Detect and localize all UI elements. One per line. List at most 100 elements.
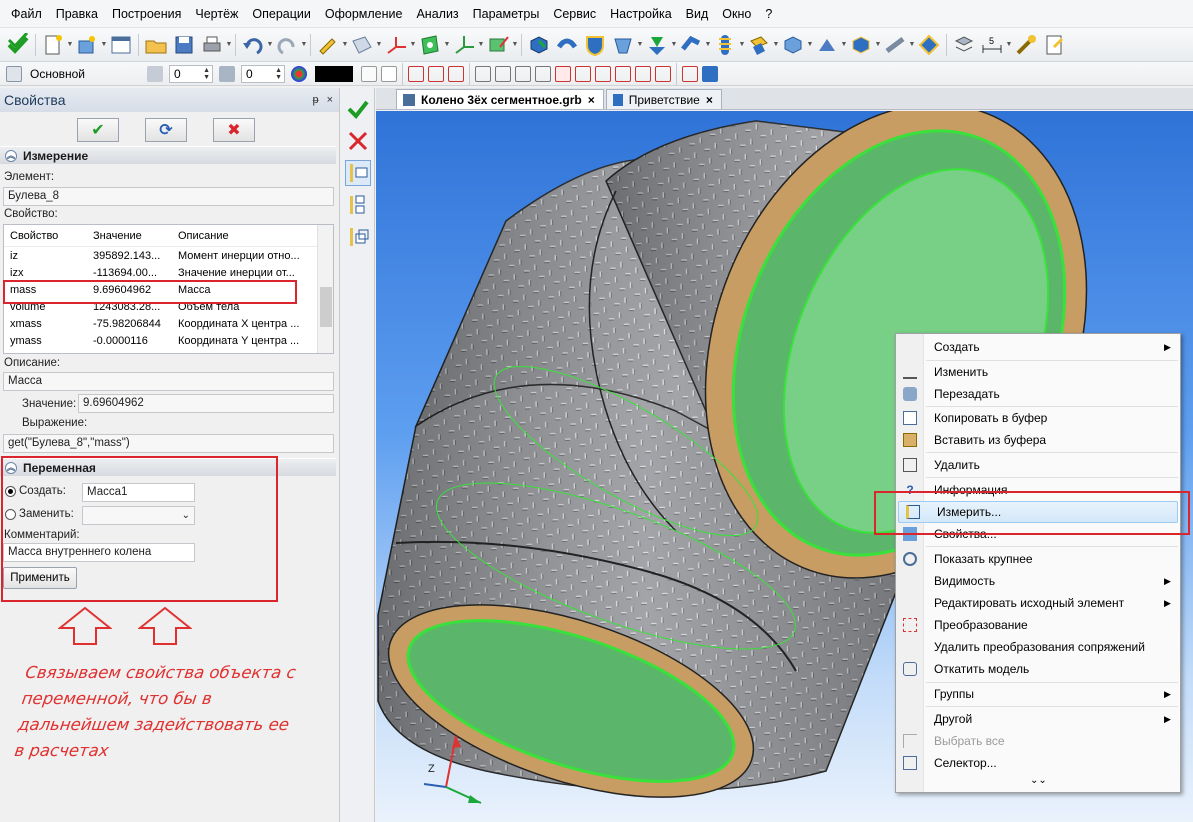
snap-center-icon[interactable] bbox=[495, 65, 512, 82]
menu-item-copy[interactable]: Копировать в буфер bbox=[896, 407, 1180, 429]
measure-two-icon[interactable] bbox=[345, 192, 371, 218]
save-icon[interactable] bbox=[172, 33, 196, 57]
menu-construct[interactable]: Построения bbox=[105, 0, 188, 28]
collapse-icon[interactable]: ︽ bbox=[5, 149, 17, 162]
menu-item-rollback[interactable]: Откатить модель bbox=[896, 658, 1180, 680]
new-sketch-icon[interactable] bbox=[75, 33, 99, 57]
table-row[interactable]: iz 395892.143... Момент инерции отно... bbox=[4, 247, 333, 264]
tab-document[interactable]: Колено 3ёх сегментное.grb × bbox=[396, 89, 604, 109]
pipe-icon[interactable] bbox=[679, 33, 703, 57]
snap-solid-icon[interactable] bbox=[635, 65, 652, 82]
close-icon[interactable]: × bbox=[588, 93, 595, 107]
pin-icon[interactable]: ᵽ bbox=[312, 94, 318, 106]
section-measure[interactable]: ︽ Измерение bbox=[0, 146, 336, 164]
check-icon[interactable] bbox=[345, 96, 371, 122]
menu-item-edit-source[interactable]: Редактировать исходный элемент ▶ bbox=[896, 592, 1180, 614]
menu-item-create[interactable]: Создать ▶ bbox=[896, 336, 1180, 358]
menu-item-selector[interactable]: Селектор... bbox=[896, 752, 1180, 774]
layer-name[interactable]: Основной bbox=[30, 67, 85, 81]
spring-icon[interactable] bbox=[713, 33, 737, 57]
color-swatch[interactable] bbox=[315, 65, 354, 82]
menu-item-groups[interactable]: Группы ▶ bbox=[896, 683, 1180, 705]
menu-edit[interactable]: Правка bbox=[49, 0, 105, 28]
open-folder-icon[interactable] bbox=[144, 33, 168, 57]
menu-analysis[interactable]: Анализ bbox=[409, 0, 465, 28]
window-icon[interactable] bbox=[109, 33, 133, 57]
menu-item-remove-transform[interactable]: Удалить преобразования сопряжений bbox=[896, 636, 1180, 658]
redo-icon[interactable] bbox=[275, 33, 299, 57]
boolean-icon[interactable] bbox=[747, 33, 771, 57]
lcs-icon[interactable] bbox=[384, 33, 408, 57]
tab-welcome[interactable]: Приветствие × bbox=[605, 89, 722, 109]
menu-settings[interactable]: Настройка bbox=[603, 0, 679, 28]
table-row[interactable]: xmass -75.98206844 Координата X центра ... bbox=[4, 315, 333, 332]
snap-perp-icon[interactable] bbox=[535, 65, 552, 82]
undo-icon[interactable] bbox=[241, 33, 265, 57]
layers-icon[interactable] bbox=[952, 33, 976, 57]
workplane-icon[interactable] bbox=[350, 33, 374, 57]
confirm-icon[interactable] bbox=[6, 31, 30, 57]
menu-window[interactable]: Окно bbox=[715, 0, 758, 28]
display-shaded-icon[interactable] bbox=[702, 65, 719, 82]
help-icon[interactable] bbox=[1042, 33, 1066, 57]
axes-icon[interactable] bbox=[452, 33, 476, 57]
menu-parameters[interactable]: Параметры bbox=[466, 0, 547, 28]
snap-vertex-icon[interactable] bbox=[595, 65, 612, 82]
table-row[interactable]: ymass -0.0000116 Координата Y центра ... bbox=[4, 332, 333, 349]
menu-item-redefine[interactable]: Перезадать bbox=[896, 383, 1180, 405]
rotate-icon[interactable] bbox=[555, 33, 579, 57]
menu-item-delete[interactable]: Удалить bbox=[896, 454, 1180, 476]
refresh-button[interactable]: ⟳ bbox=[145, 118, 187, 142]
level-spinner[interactable]: 0 ▲ ▼ bbox=[169, 64, 214, 83]
fillet-icon[interactable] bbox=[781, 33, 805, 57]
snap-end-icon[interactable] bbox=[428, 65, 445, 82]
table-scrollbar[interactable] bbox=[317, 225, 333, 353]
snap-axis-icon[interactable] bbox=[655, 65, 672, 82]
element-field[interactable]: Булева_8 bbox=[3, 187, 334, 206]
new-document-icon[interactable] bbox=[41, 33, 65, 57]
menu-item-other[interactable]: Другой ▶ bbox=[896, 708, 1180, 730]
menu-drawing[interactable]: Чертёж bbox=[188, 0, 245, 28]
filter-icon[interactable] bbox=[361, 65, 378, 82]
snap-edge-icon[interactable] bbox=[575, 65, 592, 82]
sheet-icon[interactable] bbox=[815, 33, 839, 57]
menu-item-visibility[interactable]: Видимость ▶ bbox=[896, 570, 1180, 592]
dimension-icon[interactable]: 5 bbox=[980, 33, 1004, 57]
measure-multi-icon[interactable] bbox=[345, 224, 371, 250]
snap-face-icon[interactable] bbox=[555, 65, 572, 82]
snap-node-icon[interactable] bbox=[408, 65, 425, 82]
menu-item-zoom[interactable]: Показать крупнее bbox=[896, 548, 1180, 570]
cube-icon[interactable] bbox=[849, 33, 873, 57]
menu-expand-icon[interactable]: ⌄⌄ bbox=[1030, 775, 1047, 786]
print-icon[interactable] bbox=[200, 33, 224, 57]
menu-service[interactable]: Сервис bbox=[546, 0, 603, 28]
close-icon[interactable]: × bbox=[706, 93, 713, 107]
shield-blue-icon[interactable] bbox=[583, 33, 607, 57]
tools-icon[interactable] bbox=[1014, 33, 1038, 57]
snap-tangent-icon[interactable] bbox=[515, 65, 532, 82]
color-palette-icon[interactable] bbox=[291, 65, 308, 82]
ok-button[interactable]: ✔ bbox=[77, 118, 119, 142]
snap-icon[interactable] bbox=[381, 65, 398, 82]
pencil-icon[interactable] bbox=[316, 33, 340, 57]
surface-icon[interactable] bbox=[418, 33, 442, 57]
menu-view[interactable]: Вид bbox=[679, 0, 716, 28]
snap-mid-icon[interactable] bbox=[448, 65, 465, 82]
description-field[interactable]: Масса bbox=[3, 372, 334, 391]
view-cube-icon[interactable] bbox=[917, 33, 941, 57]
extrude-icon[interactable] bbox=[527, 33, 551, 57]
menu-design[interactable]: Оформление bbox=[318, 0, 410, 28]
loft-icon[interactable] bbox=[611, 33, 635, 57]
menu-item-transform[interactable]: Преобразование bbox=[896, 614, 1180, 636]
snap-grid-icon[interactable] bbox=[475, 65, 492, 82]
sweep-icon[interactable] bbox=[645, 33, 669, 57]
measure-mode-icon[interactable] bbox=[345, 160, 371, 186]
menu-file[interactable]: Файл bbox=[4, 0, 49, 28]
menu-help[interactable]: ? bbox=[758, 0, 779, 28]
menu-operations[interactable]: Операции bbox=[245, 0, 317, 28]
cross-icon[interactable] bbox=[345, 128, 371, 154]
ruler-icon[interactable] bbox=[883, 33, 907, 57]
priority-spinner[interactable]: 0 ▲ ▼ bbox=[241, 64, 286, 83]
plane-green-icon[interactable] bbox=[486, 33, 510, 57]
cancel-button[interactable]: ✖ bbox=[213, 118, 255, 142]
